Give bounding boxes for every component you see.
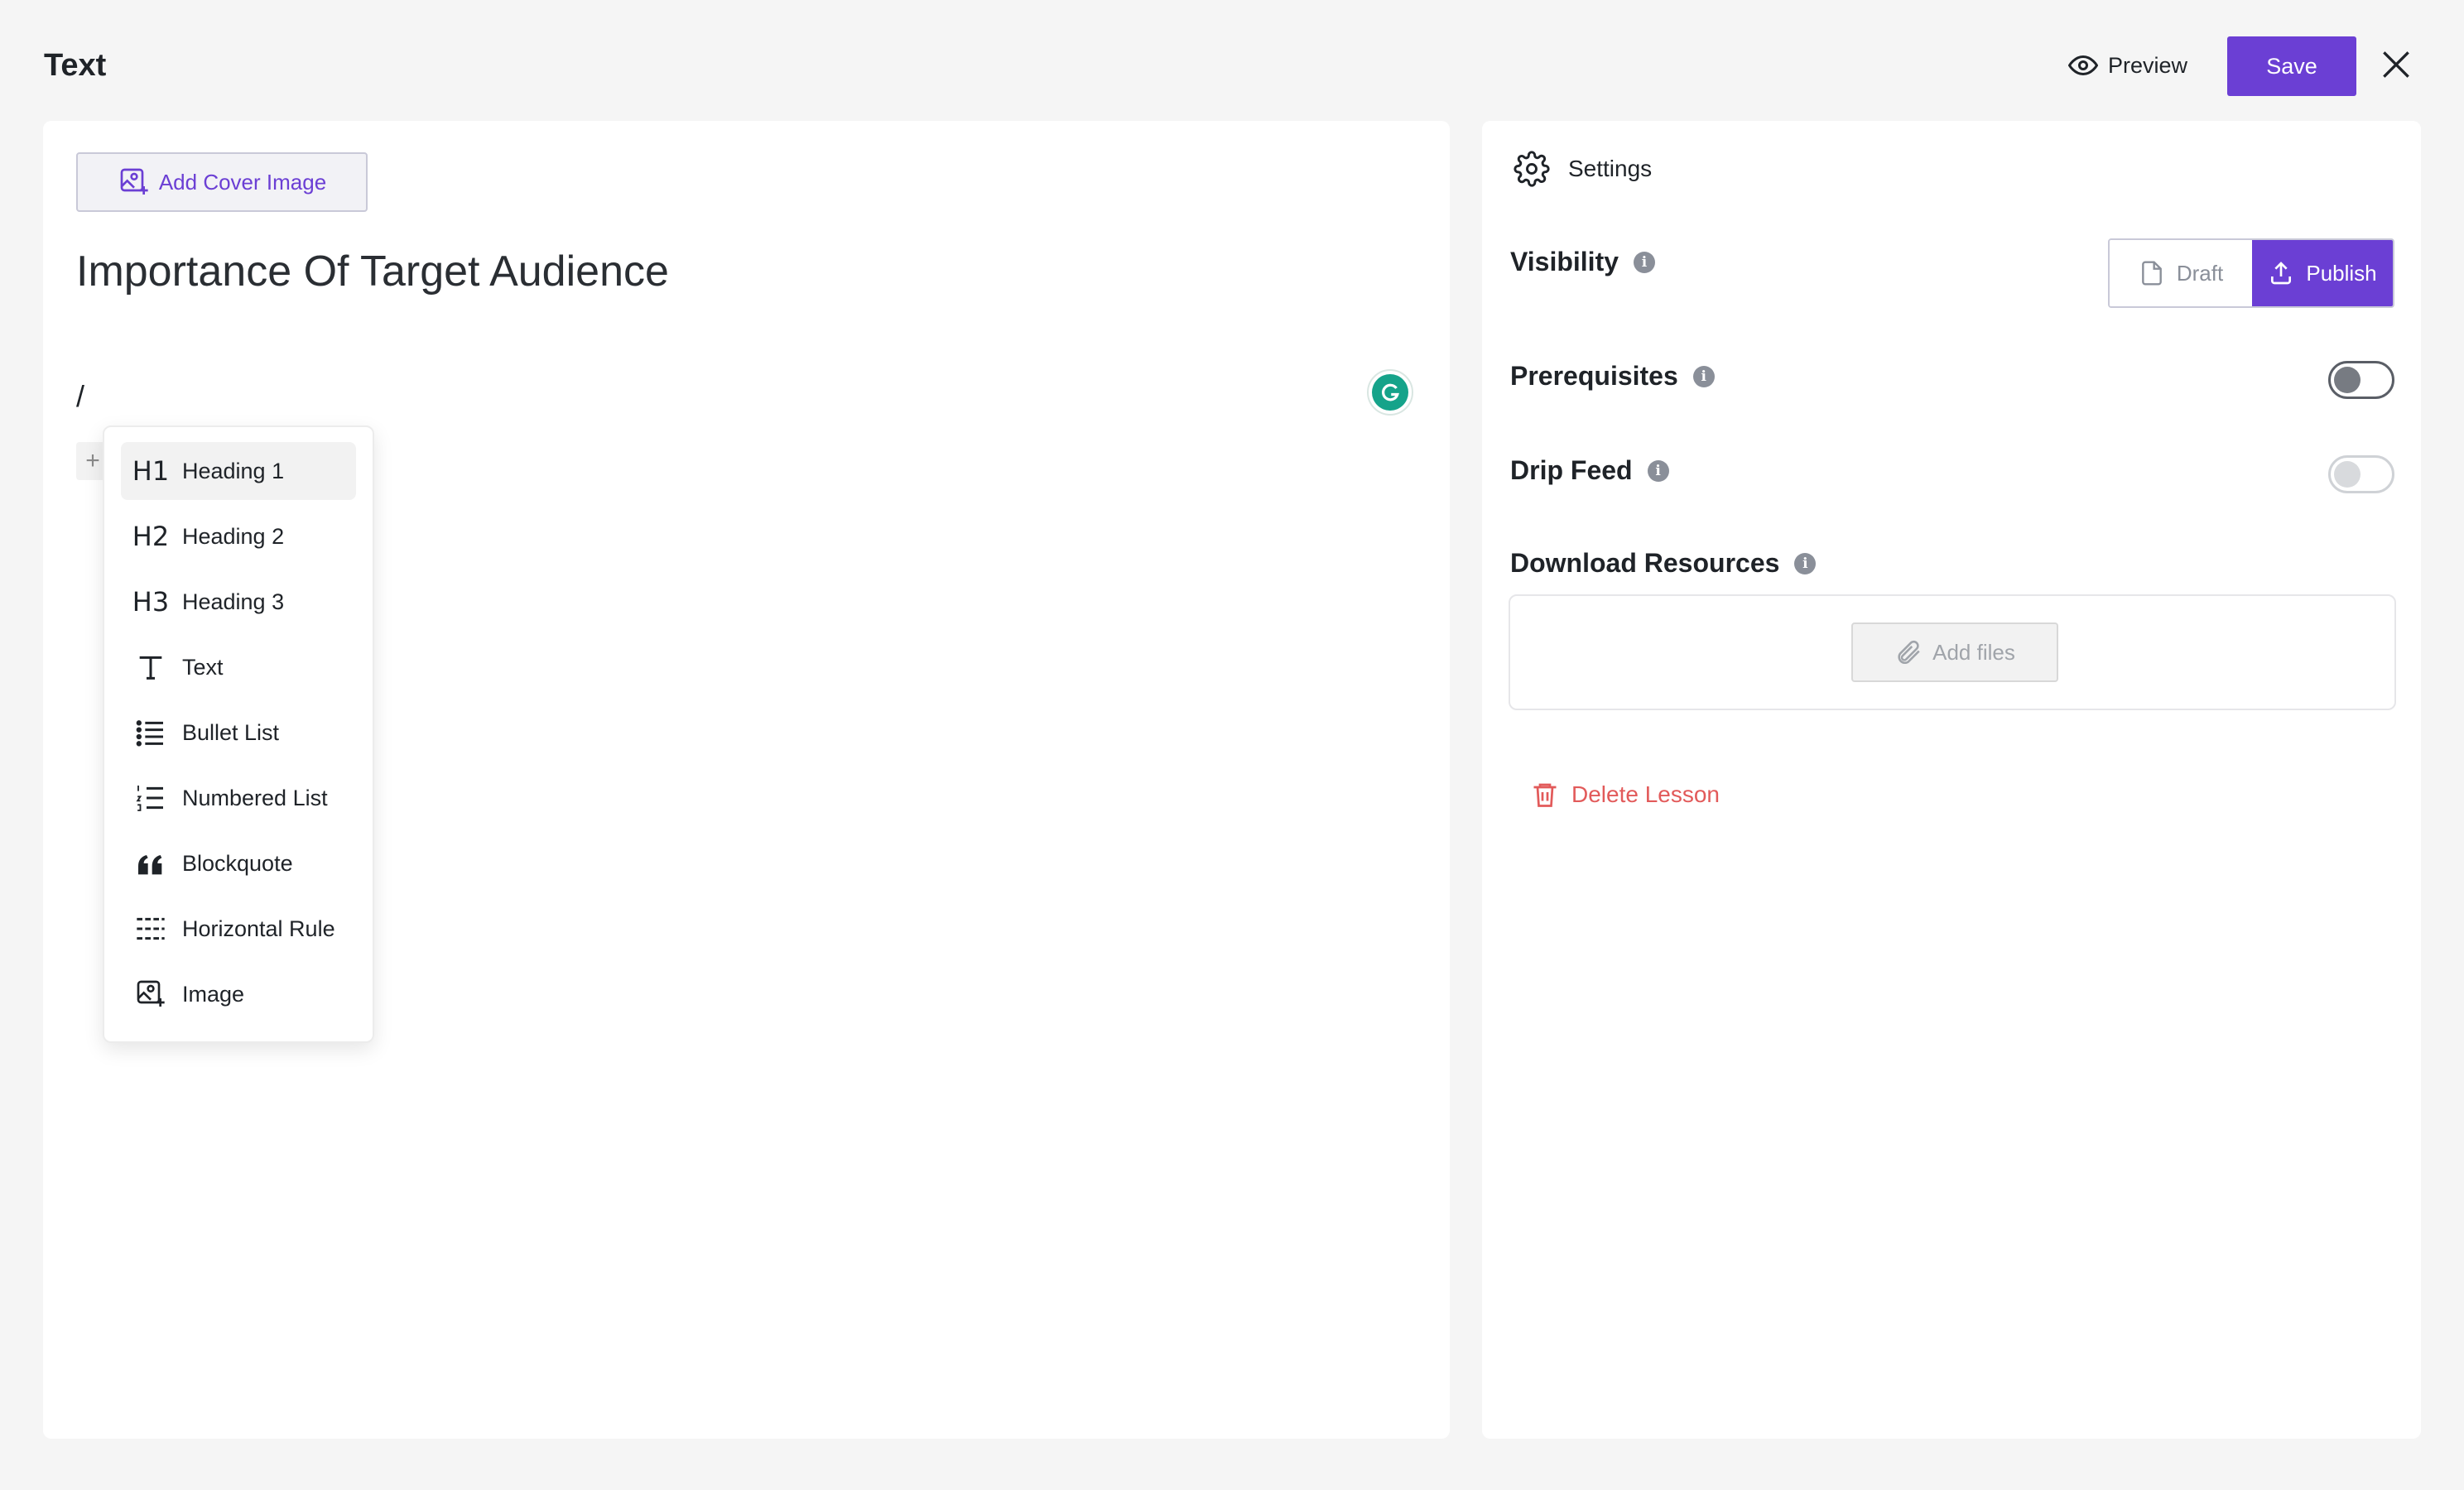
menu-item-label: Text [182,654,224,680]
menu-item-numbered-list[interactable]: Numbered List [121,769,356,827]
menu-item-horizontal-rule[interactable]: Horizontal Rule [121,900,356,958]
paperclip-icon [1898,640,1920,665]
menu-item-heading-1[interactable]: H1 Heading 1 [121,442,356,500]
menu-item-heading-3[interactable]: H3 Heading 3 [121,573,356,631]
menu-item-label: Blockquote [182,850,293,876]
horizontal-rule-icon [134,912,167,945]
menu-item-label: Heading 3 [182,589,285,614]
settings-panel: Settings Visibility i Draft Publish Prer… [1482,121,2421,1439]
image-add-icon [120,168,148,195]
menu-item-label: Horizontal Rule [182,916,335,941]
delete-lesson-button[interactable]: Delete Lesson [1530,780,1720,810]
close-icon [2383,51,2409,78]
page-title: Text [44,48,107,83]
menu-item-bullet-list[interactable]: Bullet List [121,704,356,762]
visibility-label: Visibility i [1510,247,1656,277]
prerequisites-label: Prerequisites i [1510,361,1715,392]
trash-icon [1533,783,1557,807]
info-icon[interactable]: i [1647,459,1669,482]
toggle-knob [2334,367,2361,393]
menu-item-label: Heading 1 [182,458,285,483]
editor-panel: Add Cover Image Importance Of Target Aud… [43,121,1450,1439]
gear-icon [1514,151,1550,187]
numbered-list-icon [134,781,167,815]
lesson-title[interactable]: Importance Of Target Audience [76,247,669,296]
toggle-knob [2334,461,2361,488]
eye-icon [2068,55,2098,76]
add-files-button[interactable]: Add files [1851,622,2058,682]
info-icon[interactable]: i [1794,552,1817,574]
editor-input-line[interactable]: / [76,379,84,414]
info-icon[interactable]: i [1692,365,1715,387]
bullet-list-icon [134,716,167,749]
drip-feed-label: Drip Feed i [1510,455,1669,486]
grammarly-icon [1372,374,1408,411]
publish-button[interactable]: Publish [2252,240,2393,306]
add-cover-image-label: Add Cover Image [158,169,327,195]
heading-3-icon: H3 [132,586,170,618]
settings-header: Settings [1514,151,1652,187]
prerequisites-toggle[interactable] [2328,361,2394,399]
settings-heading: Settings [1568,156,1653,181]
text-icon [134,651,167,684]
upload-icon [2271,262,2292,285]
visibility-toggle: Draft Publish [2108,238,2394,308]
draft-button[interactable]: Draft [2110,240,2252,306]
info-icon[interactable]: i [1634,251,1656,273]
close-button[interactable] [2378,46,2414,83]
menu-item-text[interactable]: Text [121,638,356,696]
menu-item-label: Heading 2 [182,523,285,549]
drip-feed-toggle[interactable] [2328,455,2394,493]
heading-1-icon: H1 [132,455,170,487]
menu-item-image[interactable]: Image [121,965,356,1023]
block-type-menu: H1 Heading 1 H2 Heading 2 H3 Heading 3 T… [103,425,374,1043]
grammarly-button[interactable] [1367,369,1413,416]
preview-label: Preview [2108,52,2188,78]
save-button[interactable]: Save [2227,36,2356,96]
resources-dropzone[interactable]: Add files [1509,594,2396,710]
document-icon [2141,261,2162,286]
add-cover-image-button[interactable]: Add Cover Image [76,152,368,212]
preview-button[interactable]: Preview [2068,46,2187,84]
image-icon [134,978,167,1011]
menu-item-blockquote[interactable]: Blockquote [121,834,356,892]
menu-item-label: Image [182,981,245,1007]
menu-item-label: Numbered List [182,785,328,810]
download-resources-label: Download Resources i [1510,548,1817,579]
menu-item-heading-2[interactable]: H2 Heading 2 [121,507,356,565]
menu-item-label: Bullet List [182,719,280,745]
blockquote-icon [134,847,167,880]
heading-2-icon: H2 [132,521,170,552]
